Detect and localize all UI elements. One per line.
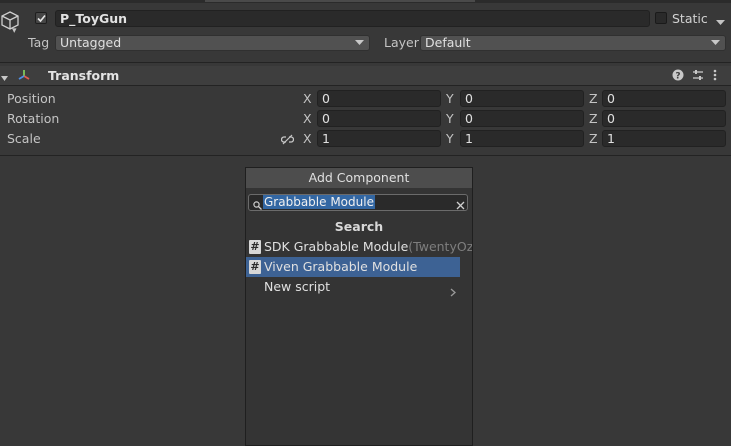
active-checkbox[interactable]	[35, 12, 47, 24]
help-icon[interactable]: ?	[672, 69, 684, 84]
position-z-label[interactable]: Z	[589, 91, 598, 106]
item-namespace: (TwentyOz.Vi	[408, 239, 472, 254]
presets-icon[interactable]	[692, 69, 704, 84]
rotation-y-label[interactable]: Y	[446, 111, 454, 126]
scale-x-label[interactable]: X	[303, 131, 312, 146]
tab-indicator	[205, 0, 475, 2]
position-label: Position	[7, 91, 56, 106]
foldout-chevron-down-icon[interactable]	[1, 70, 8, 85]
divider	[0, 62, 731, 63]
new-script-item[interactable]: New script	[246, 277, 460, 297]
position-x-field[interactable]: 0	[317, 90, 441, 107]
item-label: Viven Grabbable Module	[264, 259, 418, 274]
list-item-sdk-grabbable-module[interactable]: # SDK Grabbable Module(TwentyOz.Vi	[246, 237, 472, 257]
divider	[0, 155, 731, 156]
tag-value: Untagged	[60, 35, 122, 50]
svg-text:?: ?	[675, 72, 680, 82]
rotation-label: Rotation	[7, 111, 60, 126]
scale-x-field[interactable]: 1	[317, 130, 441, 147]
list-item-viven-grabbable-module[interactable]: # Viven Grabbable Module	[246, 257, 460, 277]
static-dropdown-chevron-down-icon[interactable]	[716, 14, 725, 29]
item-label: SDK Grabbable Module	[264, 239, 409, 254]
clear-icon[interactable]	[456, 198, 465, 213]
scale-y-field[interactable]: 1	[460, 130, 584, 147]
chevron-down-icon	[355, 40, 364, 45]
divider	[0, 85, 731, 86]
kebab-menu-icon[interactable]	[713, 69, 717, 84]
gameobject-name-field[interactable]: P_ToyGun	[55, 10, 650, 27]
position-x-label[interactable]: X	[303, 91, 312, 106]
check-icon	[37, 14, 46, 23]
chevron-down-icon	[711, 40, 720, 45]
scale-z-field[interactable]: 1	[602, 130, 726, 147]
gameobject-icon-dropdown[interactable]: ▾	[12, 26, 17, 36]
top-strip	[0, 0, 731, 3]
static-label: Static	[672, 11, 708, 26]
position-z-field[interactable]: 0	[602, 90, 726, 107]
layer-dropdown[interactable]: Default	[420, 35, 726, 51]
layer-value: Default	[425, 35, 471, 50]
search-section-header: Search	[334, 219, 384, 234]
transform-title: Transform	[48, 68, 120, 83]
search-icon	[253, 198, 262, 213]
rotation-z-label[interactable]: Z	[589, 111, 598, 126]
rotation-z-field[interactable]: 0	[602, 110, 726, 127]
script-hash-icon: #	[249, 260, 261, 274]
search-value[interactable]: Grabbable Module	[263, 195, 375, 209]
tag-dropdown[interactable]: Untagged	[55, 35, 370, 51]
transform-axes-icon	[17, 68, 31, 85]
scale-label: Scale	[7, 131, 41, 146]
static-checkbox[interactable]	[655, 12, 667, 24]
tag-label: Tag	[28, 35, 50, 50]
layer-label: Layer	[384, 35, 419, 50]
rotation-x-label[interactable]: X	[303, 111, 312, 126]
new-script-label: New script	[264, 279, 331, 294]
add-component-button[interactable]: Add Component	[246, 168, 472, 188]
rotation-y-field[interactable]: 0	[460, 110, 584, 127]
scale-y-label[interactable]: Y	[446, 131, 454, 146]
script-hash-icon: #	[249, 240, 261, 254]
chevron-right-icon	[450, 283, 456, 303]
rotation-x-field[interactable]: 0	[317, 110, 441, 127]
position-y-field[interactable]: 0	[460, 90, 584, 107]
gameobject-cube-icon	[0, 10, 20, 32]
scale-z-label[interactable]: Z	[589, 131, 598, 146]
position-y-label[interactable]: Y	[446, 91, 454, 106]
link-scale-icon[interactable]	[280, 133, 295, 148]
